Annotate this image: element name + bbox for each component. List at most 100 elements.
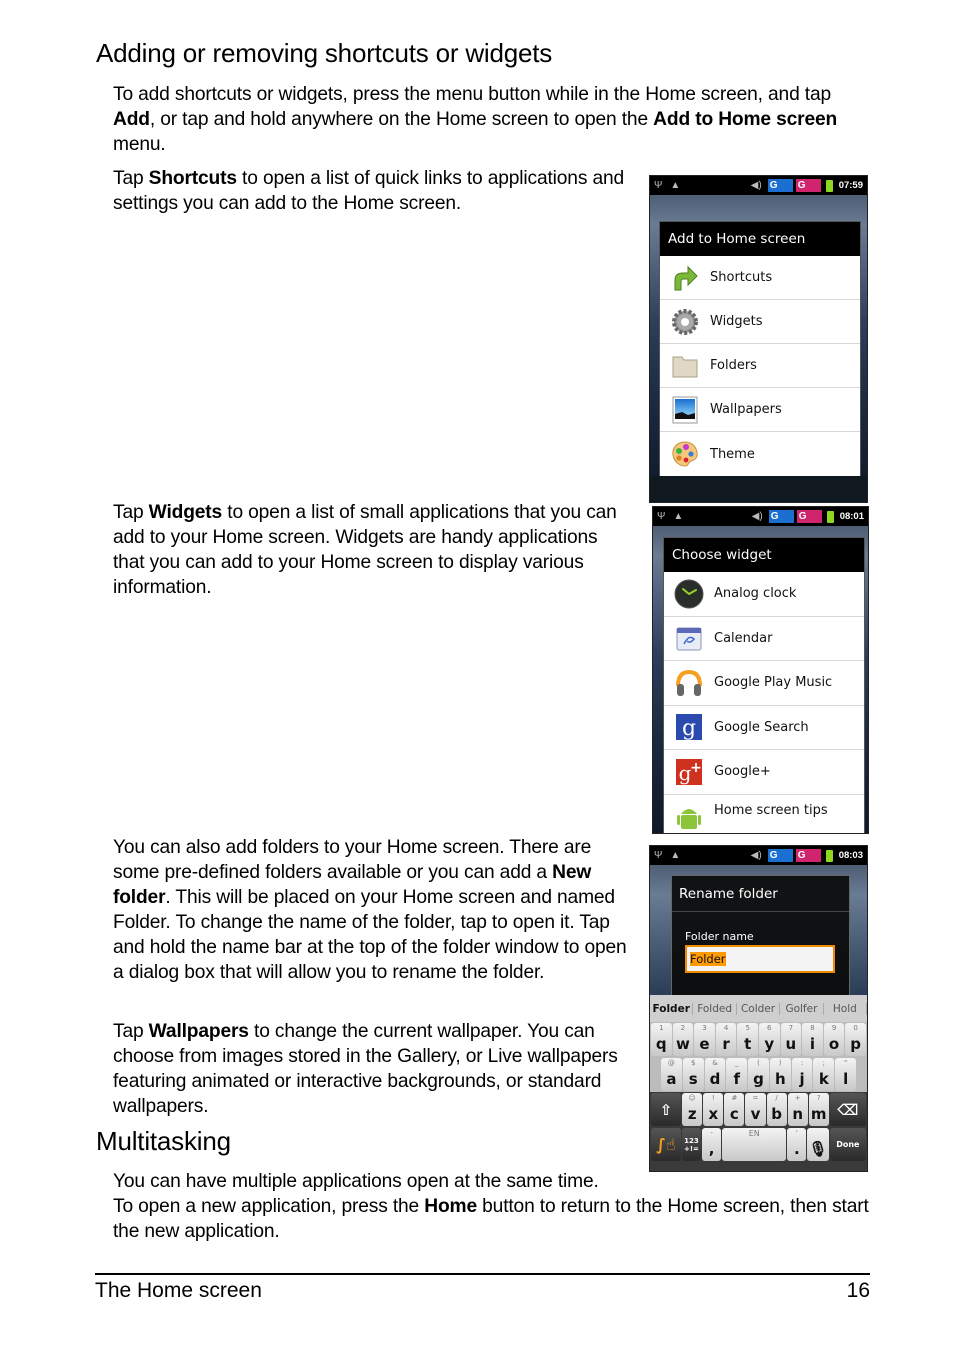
key-x[interactable]: ! x <box>703 1093 724 1126</box>
text: Tap <box>113 168 149 189</box>
bold-add: Add <box>113 109 150 130</box>
suggestion-item[interactable]: Folder <box>650 1002 694 1015</box>
bold-add-to-home: Add to Home screen <box>653 109 838 130</box>
menu-item-wallpapers[interactable]: Wallpapers <box>660 388 860 432</box>
swype-key[interactable]: ∫☝ <box>651 1128 681 1161</box>
text: Tap <box>113 1021 149 1042</box>
key-l[interactable]: " l <box>835 1058 857 1091</box>
key-g[interactable]: (g <box>748 1058 769 1091</box>
widget-item-analog-clock[interactable]: Analog clock <box>664 572 864 617</box>
widget-item-label: Home screen tips <box>714 802 828 818</box>
key-f[interactable]: _ f <box>726 1058 748 1091</box>
widgets-paragraph: Tap Widgets to open a list of small appl… <box>113 500 633 600</box>
widget-item-calendar[interactable]: Calendar <box>664 617 864 661</box>
soft-keyboard: Folder Folded Colder Golfer Hold 1q 2w 3… <box>650 995 867 1171</box>
comma-key[interactable]: -, <box>702 1128 722 1161</box>
key-i[interactable]: 8i <box>802 1023 823 1056</box>
folders-paragraph: You can also add folders to your Home sc… <box>113 835 633 985</box>
volume-icon: ◀) <box>750 180 762 191</box>
choose-widget-dialog: Choose widget Analog clock Calendar Goog… <box>663 537 865 834</box>
bold-home: Home <box>424 1196 477 1217</box>
space-key[interactable]: EN <box>722 1128 787 1161</box>
signal-sim1-icon: G <box>768 510 794 523</box>
key-p[interactable]: 0p <box>845 1023 866 1056</box>
key-s[interactable]: $ s <box>682 1058 704 1091</box>
menu-item-widgets[interactable]: Widgets <box>660 300 860 344</box>
arrow-icon <box>670 263 700 293</box>
clock-time: 08:03 <box>838 850 863 861</box>
widget-item-home-screen-tips[interactable]: Home screen tips <box>664 795 864 834</box>
suggestion-bar: Folder Folded Colder Golfer Hold <box>650 995 867 1022</box>
footer-chapter: The Home screen <box>95 1279 262 1302</box>
key-n[interactable]: + n <box>787 1093 808 1126</box>
key-o[interactable]: 9o <box>823 1023 845 1056</box>
shift-key[interactable]: ⇧ <box>651 1093 682 1126</box>
volume-icon: ◀) <box>750 850 762 861</box>
menu-item-label: Theme <box>710 446 755 462</box>
key-b[interactable]: / b <box>766 1093 787 1126</box>
widget-item-google-play-music[interactable]: Google Play Music <box>664 661 864 706</box>
android-debug-icon: ▲ <box>670 180 681 191</box>
key-j[interactable]: :j <box>791 1058 813 1091</box>
folder-icon <box>670 351 700 381</box>
key-c[interactable]: # c <box>724 1093 745 1126</box>
folder-name-value: Folder <box>690 952 726 966</box>
key-q[interactable]: 1q <box>651 1023 672 1056</box>
key-row-4: ∫☝ 123 +!= -, EN '. 🎙 Done <box>650 1127 867 1162</box>
microphone-key[interactable]: 🎙 <box>807 1128 829 1161</box>
key-v[interactable]: = v <box>745 1093 766 1126</box>
key-m[interactable]: ? m <box>808 1093 829 1126</box>
widget-item-google-plus[interactable]: g + Google+ <box>664 750 864 795</box>
key-h[interactable]: ) h <box>769 1058 791 1091</box>
suggestion-item[interactable]: Hold <box>824 1002 867 1015</box>
key-a[interactable]: @ a <box>661 1058 682 1091</box>
google-plus-icon: g + <box>674 757 704 787</box>
microphone-icon: 🎙 <box>808 1140 828 1158</box>
widget-item-label: Analog clock <box>714 586 797 602</box>
key-row-1: 1q 2w 3e 4r 5t 6y 7u 8i 9o 0p <box>650 1022 867 1057</box>
intro-paragraph: To add shortcuts or widgets, press the m… <box>113 82 863 157</box>
menu-item-shortcuts[interactable]: Shortcuts <box>660 256 860 300</box>
menu-item-label: Wallpapers <box>710 402 782 417</box>
key-row-3: ⇧ ☺ z ! x # c = v / b + n ? m ⌫ <box>650 1092 867 1127</box>
key-z[interactable]: ☺ z <box>682 1093 703 1126</box>
done-key[interactable]: Done <box>829 1128 866 1161</box>
battery-icon <box>825 179 833 192</box>
widget-item-google-search[interactable]: g Google Search <box>664 706 864 750</box>
signal-sim2-icon: G <box>795 179 821 192</box>
backspace-key[interactable]: ⌫ <box>829 1093 866 1126</box>
dialog-title: Rename folder <box>672 876 849 912</box>
android-debug-icon: ▲ <box>670 850 681 861</box>
page-number: 16 <box>846 1279 870 1302</box>
key-e[interactable]: 3e <box>694 1023 715 1056</box>
svg-text:+: + <box>690 760 702 776</box>
text: To open a new application, press the <box>113 1196 425 1217</box>
suggestion-item[interactable]: Golfer <box>780 1002 824 1015</box>
folder-name-input[interactable]: Folder <box>685 945 835 973</box>
wallpapers-paragraph: Tap Wallpapers to change the current wal… <box>113 1019 638 1119</box>
status-bar: Ψ ▲ ◀) G G 07:59 <box>650 176 867 195</box>
key-r[interactable]: 4r <box>715 1023 737 1056</box>
text: To add shortcuts or widgets, press the m… <box>113 84 831 105</box>
key-w[interactable]: 2w <box>672 1023 694 1056</box>
suggestion-item[interactable]: Colder <box>737 1002 781 1015</box>
suggestion-item[interactable]: Folded <box>693 1002 737 1015</box>
menu-item-theme[interactable]: Theme <box>660 432 860 476</box>
usb-icon: Ψ <box>654 850 663 861</box>
key-t[interactable]: 5t <box>737 1023 758 1056</box>
key-d[interactable]: & d <box>704 1058 726 1091</box>
widget-item-label: Google Search <box>714 719 809 735</box>
bold-widgets: Widgets <box>148 502 223 523</box>
key-u[interactable]: 7u <box>780 1023 802 1056</box>
shortcuts-paragraph: Tap Shortcuts to open a list of quick li… <box>113 166 633 216</box>
gear-icon <box>670 307 700 337</box>
key-y[interactable]: 6y <box>758 1023 780 1056</box>
key-k[interactable]: ; k <box>813 1058 835 1091</box>
key-row-2: @ a $ s & d _ f (g ) h :j ; k " l <box>650 1057 867 1092</box>
widget-item-label: Google+ <box>714 764 771 780</box>
symbols-key[interactable]: 123 +!= <box>681 1128 702 1161</box>
menu-item-folders[interactable]: Folders <box>660 344 860 388</box>
dialog-title: Add to Home screen <box>660 222 860 256</box>
usb-icon: Ψ <box>657 511 666 522</box>
period-key[interactable]: '. <box>787 1128 807 1161</box>
